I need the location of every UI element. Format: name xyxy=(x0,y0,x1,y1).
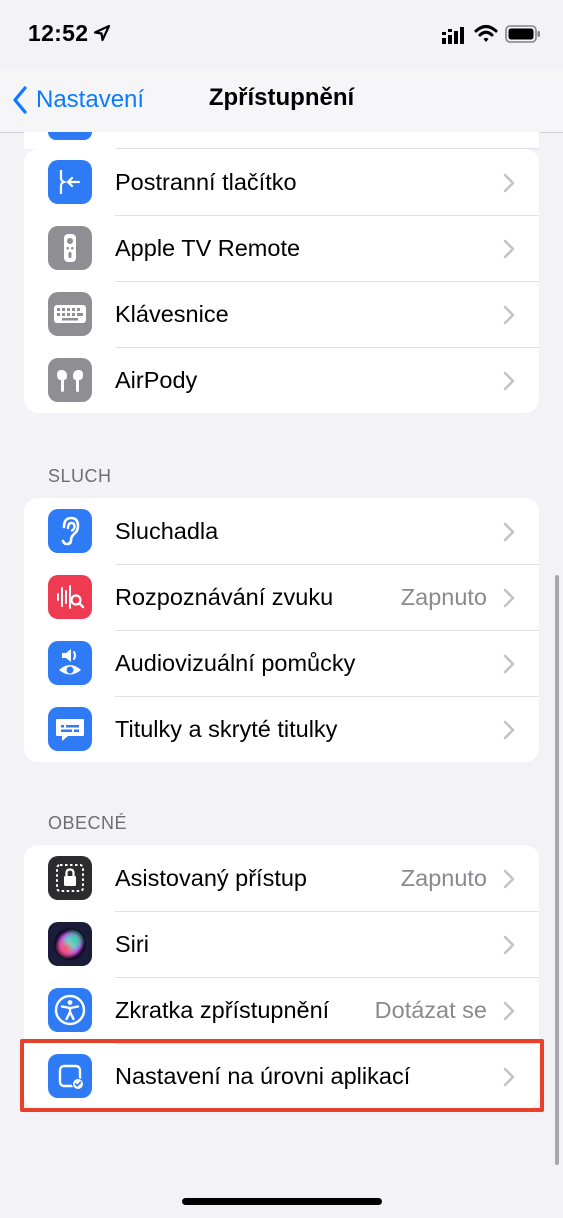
row-accessibility-shortcut[interactable]: Zkratka zpřístupnění Dotázat se xyxy=(24,977,539,1043)
row-label: Zkratka zpřístupnění xyxy=(115,996,330,1023)
row-keyboard[interactable]: Klávesnice xyxy=(24,281,539,347)
row-label: Asistovaný přístup xyxy=(115,864,308,891)
row-siri[interactable]: Siri xyxy=(24,911,539,977)
home-indicator[interactable] xyxy=(182,1198,382,1205)
row-airpods[interactable]: AirPody xyxy=(24,347,539,413)
subtitles-icon xyxy=(48,707,92,751)
row-label: Apple TV Remote xyxy=(115,234,301,261)
chevron-right-icon xyxy=(503,1001,515,1021)
tv-remote-icon xyxy=(48,226,92,270)
row-audio-visual[interactable]: Audiovizuální pomůcky xyxy=(24,630,539,696)
row-label: Siri xyxy=(115,930,149,957)
row-label: Rozpoznávání zvuku xyxy=(115,583,334,610)
row-value: Zapnuto xyxy=(400,864,487,891)
side-button-icon xyxy=(48,160,92,204)
siri-icon xyxy=(48,922,92,966)
status-bar: 12:52 xyxy=(0,0,563,70)
chevron-right-icon xyxy=(503,239,515,259)
location-arrow-icon xyxy=(93,24,111,42)
chevron-right-icon xyxy=(503,305,515,325)
row-value: Dotázat se xyxy=(374,996,487,1023)
chevron-right-icon xyxy=(503,371,515,391)
chevron-right-icon xyxy=(503,588,515,608)
accessibility-icon xyxy=(48,988,92,1032)
list-item-partial xyxy=(24,132,539,149)
wifi-icon xyxy=(474,25,498,42)
chevron-right-icon xyxy=(503,720,515,740)
row-hearing-devices[interactable]: Sluchadla xyxy=(24,498,539,564)
navigation-bar: Nastavení Zpřístupnění xyxy=(0,70,563,133)
keyboard-icon xyxy=(48,292,92,336)
airpods-icon xyxy=(48,358,92,402)
cellular-signal-icon xyxy=(442,27,464,44)
row-subtitles[interactable]: Titulky a skryté titulky xyxy=(24,696,539,762)
row-label: Sluchadla xyxy=(115,517,219,544)
row-label: Klávesnice xyxy=(115,300,229,327)
row-label: Titulky a skryté titulky xyxy=(115,715,338,742)
row-apple-tv-remote[interactable]: Apple TV Remote xyxy=(24,215,539,281)
chevron-right-icon xyxy=(503,173,515,193)
section-header-hearing: SLUCH xyxy=(48,466,112,486)
row-label: Postranní tlačítko xyxy=(115,168,297,195)
battery-icon xyxy=(505,25,540,43)
chevron-right-icon xyxy=(503,654,515,674)
row-side-button[interactable]: Postranní tlačítko xyxy=(24,149,539,215)
row-guided-access[interactable]: Asistovaný přístup Zapnuto xyxy=(24,845,539,911)
chevron-right-icon xyxy=(503,869,515,889)
row-sound-recognition[interactable]: Rozpoznávání zvuku Zapnuto xyxy=(24,564,539,630)
chevron-right-icon xyxy=(503,522,515,542)
settings-group-interaction: Postranní tlačítko Apple TV Remote Kláve… xyxy=(24,149,539,413)
status-time: 12:52 xyxy=(28,20,89,46)
row-label: Audiovizuální pomůcky xyxy=(115,649,356,676)
row-value: Zapnuto xyxy=(400,583,487,610)
sound-recognition-icon xyxy=(48,575,92,619)
page-title: Zpřístupnění xyxy=(208,84,355,111)
highlight-box xyxy=(20,1039,544,1112)
ear-icon xyxy=(48,509,92,553)
row-label: AirPody xyxy=(115,366,198,393)
audio-visual-icon xyxy=(48,641,92,685)
section-header-general: OBECNÉ xyxy=(48,813,128,833)
scrollbar[interactable] xyxy=(555,575,559,1165)
guided-access-icon xyxy=(48,856,92,900)
partial-icon xyxy=(48,132,92,140)
settings-group-hearing: Sluchadla Rozpoznávání zvuku Zapnuto Aud… xyxy=(24,498,539,762)
chevron-right-icon xyxy=(503,935,515,955)
